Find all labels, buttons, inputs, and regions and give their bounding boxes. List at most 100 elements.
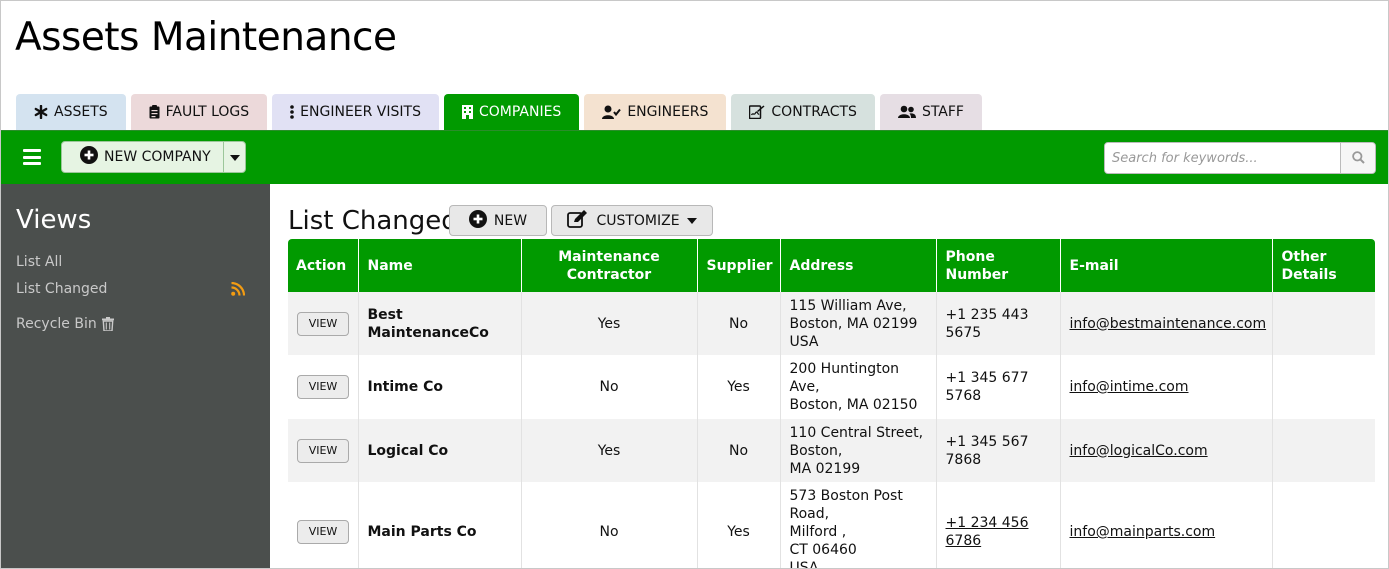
column-header-maintenance-contractor[interactable]: Maintenance Contractor — [520, 239, 697, 292]
table-row: VIEW Logical Co Yes No 110 Central Stree… — [288, 419, 1375, 482]
maintenance-contractor-value: Yes — [520, 419, 697, 482]
email-link[interactable]: info@logicalCo.com — [1070, 443, 1208, 459]
address-line: MA 02199 — [789, 460, 861, 477]
sidebar-item-list-changed[interactable]: List Changed — [16, 281, 107, 297]
supplier-value: Yes — [696, 482, 780, 568]
views-heading: Views — [16, 205, 92, 235]
trash-icon — [101, 317, 114, 331]
asterisk-icon — [34, 105, 48, 119]
address-line: Boston, MA 02150 — [789, 397, 918, 413]
users-icon — [897, 105, 916, 119]
new-company-label: NEW COMPANY — [104, 149, 211, 165]
sidebar-item-list-all[interactable]: List All — [16, 254, 62, 270]
company-name: Intime Co — [357, 355, 521, 419]
tab-label: COMPANIES — [478, 104, 562, 120]
module-tabs: ASSETS FAULT LOGS ENGINEER VISITS COMPAN… — [16, 94, 987, 130]
other-details — [1271, 482, 1375, 568]
edit-icon — [567, 209, 589, 232]
caret-down-icon — [686, 217, 697, 224]
new-record-label: NEW — [493, 212, 528, 229]
tab-fault-logs[interactable]: FAULT LOGS — [130, 94, 268, 130]
app-window: Assets Maintenance ASSETS FAULT LOGS ENG… — [0, 0, 1389, 569]
phone-number: +1 345 567 7868 — [935, 419, 1060, 482]
rss-feed-icon[interactable] — [231, 281, 246, 300]
tab-staff[interactable]: STAFF — [879, 94, 982, 130]
view-button[interactable]: VIEW — [297, 520, 349, 544]
maintenance-contractor-value: No — [520, 355, 697, 419]
companies-table: Action Name Maintenance Contractor Suppl… — [288, 239, 1375, 568]
clipboard-icon — [149, 105, 160, 119]
tab-label: ASSETS — [54, 104, 108, 120]
maintenance-contractor-value: Yes — [520, 292, 697, 355]
signature-icon — [749, 105, 765, 119]
address-cell: 115 William Ave, Boston, MA 02199 USA — [779, 292, 936, 355]
new-company-dropdown-toggle[interactable] — [223, 142, 245, 172]
app-title: Assets Maintenance — [15, 15, 397, 60]
address-line: 110 Central Street, — [789, 424, 924, 441]
column-header-phone-number[interactable]: Phone Number — [935, 239, 1060, 292]
tab-assets[interactable]: ASSETS — [16, 94, 126, 130]
user-check-icon — [602, 105, 622, 119]
tab-engineers[interactable]: ENGINEERS — [584, 94, 727, 130]
column-header-supplier[interactable]: Supplier — [696, 239, 780, 292]
email-link[interactable]: info@intime.com — [1070, 379, 1189, 395]
tab-label: FAULT LOGS — [165, 104, 250, 120]
view-button[interactable]: VIEW — [297, 438, 349, 463]
company-name: Main Parts Co — [357, 482, 521, 568]
address-line: Boston, MA 02199 — [789, 315, 918, 332]
column-header-other-details[interactable]: Other Details — [1271, 239, 1375, 292]
other-details — [1271, 355, 1375, 419]
search-input[interactable] — [1105, 143, 1340, 173]
tab-label: STAFF — [921, 104, 964, 120]
address-line: Boston, — [789, 442, 843, 459]
other-details — [1271, 419, 1375, 482]
tab-companies[interactable]: COMPANIES — [443, 94, 580, 130]
building-icon — [461, 105, 473, 119]
company-name: Logical Co — [357, 419, 521, 482]
address-line: 200 Huntington Ave, — [789, 361, 900, 395]
page-title: List Changed — [288, 206, 458, 236]
view-button[interactable]: VIEW — [297, 311, 349, 336]
table-row: VIEW Intime Co No Yes 200 Huntington Ave… — [288, 355, 1375, 419]
other-details — [1271, 292, 1375, 355]
new-company-button[interactable]: NEW COMPANY — [62, 142, 223, 172]
tab-engineer-visits[interactable]: ENGINEER VISITS — [272, 94, 439, 130]
column-header-address[interactable]: Address — [779, 239, 936, 292]
company-name: Best MaintenanceCo — [357, 292, 521, 355]
supplier-value: No — [696, 292, 780, 355]
tab-label: ENGINEER VISITS — [300, 104, 421, 120]
address-line: Milford , — [789, 524, 847, 540]
sidebar-item-recycle-bin[interactable]: Recycle Bin — [16, 316, 114, 332]
address-line: 115 William Ave, — [789, 297, 907, 314]
email-link[interactable]: info@mainparts.com — [1070, 524, 1216, 540]
new-record-button[interactable]: NEW — [449, 205, 547, 236]
phone-link[interactable]: +1 234 456 6786 — [946, 515, 1029, 549]
search-button[interactable] — [1340, 143, 1375, 173]
maintenance-contractor-value: No — [520, 482, 697, 568]
address-cell: 110 Central Street, Boston, MA 02199 — [779, 419, 936, 482]
address-cell: 573 Boston Post Road, Milford , CT 06460… — [779, 482, 936, 568]
new-company-button-group: NEW COMPANY — [61, 141, 246, 173]
tab-label: CONTRACTS — [771, 104, 857, 120]
customize-button[interactable]: CUSTOMIZE — [551, 205, 713, 236]
column-header-email[interactable]: E-mail — [1059, 239, 1272, 292]
hamburger-menu-icon[interactable] — [23, 149, 41, 165]
email-link[interactable]: info@bestmaintenance.com — [1070, 316, 1267, 332]
column-header-action[interactable]: Action — [288, 239, 358, 292]
address-line: CT 06460 — [789, 542, 857, 558]
view-button[interactable]: VIEW — [297, 375, 349, 399]
search-icon — [1351, 149, 1365, 168]
toolbar: NEW COMPANY — [1, 130, 1388, 184]
phone-number: +1 235 443 5675 — [935, 292, 1060, 355]
address-cell: 200 Huntington Ave, Boston, MA 02150 — [779, 355, 936, 419]
tab-contracts[interactable]: CONTRACTS — [731, 94, 875, 130]
column-header-name[interactable]: Name — [357, 239, 521, 292]
customize-label: CUSTOMIZE — [596, 212, 680, 229]
table-row: VIEW Best MaintenanceCo Yes No 115 Willi… — [288, 292, 1375, 355]
supplier-value: No — [696, 419, 780, 482]
caret-down-icon — [229, 149, 240, 165]
table-header-row: Action Name Maintenance Contractor Suppl… — [288, 239, 1375, 292]
address-line: 573 Boston Post Road, — [789, 488, 903, 522]
plus-circle-icon — [80, 146, 98, 168]
table-row: VIEW Main Parts Co No Yes 573 Boston Pos… — [288, 482, 1375, 568]
